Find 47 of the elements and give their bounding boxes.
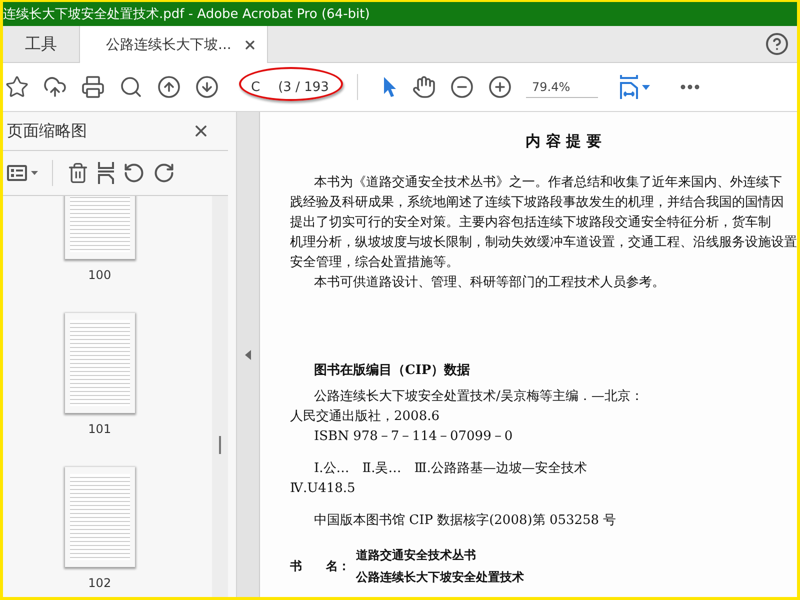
collapse-arrow-icon[interactable] [245, 350, 252, 360]
text-line: 公路连续长大下坡安全处置技术/吴京梅等主编．—北京： [313, 388, 644, 406]
panel-title: 页面缩略图 [7, 120, 87, 142]
zoom-dropdown[interactable]: 79.4% [526, 76, 598, 98]
text-line: 提出了切实可行的安全对策。主要内容包括连续下坡路段交通安全特征分析，货车制 [290, 214, 772, 232]
search-icon[interactable] [119, 75, 143, 99]
text-line: 中国版本图书馆 CIP 数据核字(2008)第 053258 号 [313, 512, 618, 530]
book-name: 道路交通安全技术丛书 [356, 547, 477, 564]
field-label: 书 名： [290, 558, 350, 575]
window-title: 连续长大下坡安全处置技术.pdf - Adobe Acrobat Pro (64-bit) [3, 2, 797, 26]
zoom-in-icon[interactable] [488, 75, 512, 99]
page-number-field[interactable]: C [251, 80, 260, 94]
text-line: Ⅰ.公… Ⅱ.吴… Ⅲ.公路路基—边坡—安全技术 [313, 460, 588, 478]
zoom-out-icon[interactable] [450, 75, 474, 99]
text-line: 本书可供道路设计、管理、科研等部门的工程技术人员参考。 [313, 274, 666, 292]
text-line: 机理分析，纵坡坡度与坡长限制，制动失效缓冲车道设置，交通工程、沿线服务设施设置 [290, 234, 797, 252]
page-label: 102 [88, 576, 112, 590]
text-line: 本书为《道路交通安全技术丛书》之一。作者总结和收集了近年来国内、外连续下 [313, 174, 783, 192]
arrow-up-icon[interactable] [157, 75, 181, 99]
fit-page-button[interactable] [620, 75, 650, 99]
close-icon[interactable] [243, 38, 258, 52]
text-line: Ⅳ.U418.5 [290, 480, 356, 498]
text-line: 安全管理，综合处置措施等。 [290, 254, 460, 272]
page-count: (3 / 193 [278, 80, 329, 94]
cursor-icon[interactable] [382, 76, 398, 98]
caret-icon [31, 171, 38, 175]
arrow-down-icon[interactable] [195, 75, 219, 99]
page-label: 100 [88, 268, 112, 282]
text-line: 人民交通出版社，2008.6 [290, 408, 440, 426]
rotate-left-icon[interactable] [123, 162, 145, 184]
book-name: 公路连续长大下坡安全处置技术 [356, 569, 524, 586]
options-button[interactable] [7, 165, 38, 181]
section-title: 图书在版编目（CIP）数据 [314, 362, 472, 379]
star-icon[interactable] [5, 75, 29, 99]
caret-icon [642, 84, 650, 90]
cloud-upload-icon[interactable] [43, 75, 67, 99]
tab[interactable]: 公路连续长大下坡... [80, 26, 268, 63]
trash-icon[interactable] [67, 162, 89, 184]
scrollbar[interactable] [212, 196, 228, 597]
insert-page-icon[interactable] [97, 162, 115, 184]
printer-icon[interactable] [81, 75, 105, 99]
page-heading: 内 容 提 要 [526, 132, 602, 151]
text-line: 践经验及科研成果，系统地阐述了连续下坡路段事故发生的机理，并结合我国的国情因 [290, 194, 785, 212]
hand-icon[interactable] [412, 75, 436, 99]
rotate-right-icon[interactable] [153, 162, 175, 184]
text-line: ISBN 978－7－114－07099－0 [313, 428, 514, 446]
page-label: 101 [88, 422, 112, 436]
